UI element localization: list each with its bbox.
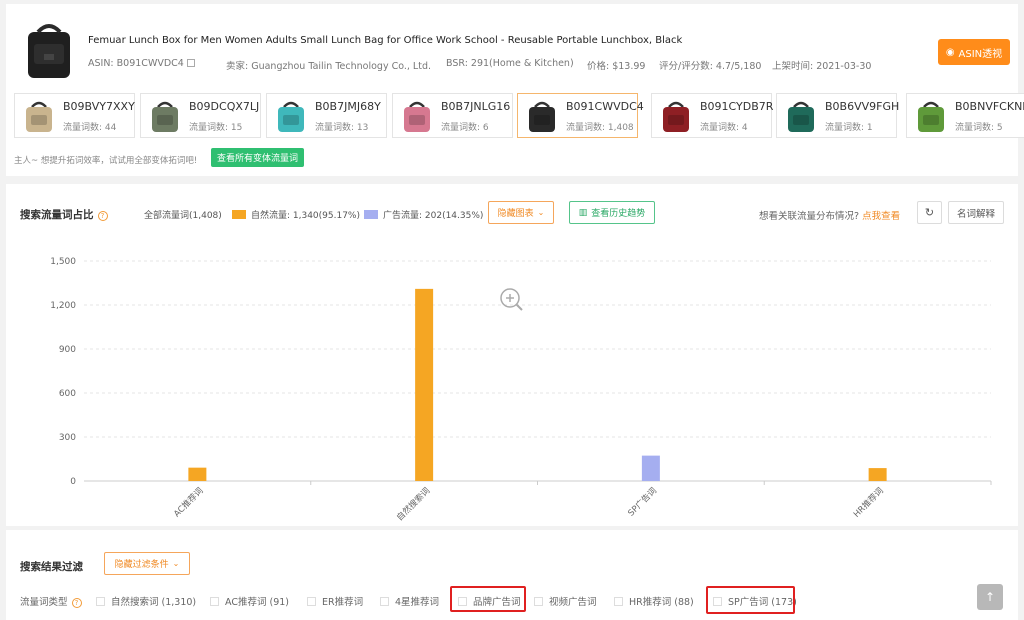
variant-flow-count: 流量词数: 6 (441, 123, 489, 133)
variant-image (404, 101, 430, 132)
variant-card[interactable]: B0BNVFCKNM 流量词数: 5 (906, 93, 1024, 138)
variant-image (663, 101, 689, 132)
variant-asin: B0B7JNLG16 (441, 100, 511, 113)
external-link-icon[interactable] (186, 59, 195, 67)
variant-flow-count: 流量词数: 44 (63, 123, 117, 133)
y-tick-label: 1,200 (50, 301, 76, 311)
y-tick-label: 600 (59, 389, 76, 399)
variant-card[interactable]: B0B7JMJ68Y 流量词数: 13 (266, 93, 387, 138)
variant-image (278, 101, 304, 132)
variant-card[interactable]: B0B7JNLG16 流量词数: 6 (392, 93, 513, 138)
variant-asin: B09DCQX7LJ (189, 100, 260, 113)
asin-text: ASIN: B091CWVDC4 (88, 58, 184, 69)
filter-title: 搜索结果过滤 (20, 561, 83, 573)
y-tick-label: 300 (59, 433, 76, 443)
bar[interactable] (641, 455, 660, 481)
bar[interactable] (415, 288, 434, 481)
help-icon[interactable]: ? (71, 598, 82, 608)
variant-flow-count: 流量词数: 1,408 (566, 123, 634, 133)
variant-image (788, 101, 814, 132)
checkbox-label: 视频广告词 (549, 597, 597, 608)
variant-card[interactable]: B0B6VV9FGH 流量词数: 1 (776, 93, 900, 138)
variant-card[interactable]: B09DCQX7LJ 流量词数: 15 (140, 93, 261, 138)
variant-asin: B0BNVFCKNM (955, 100, 1024, 113)
chart-grid (84, 260, 991, 482)
traffic-bar-chart: 0 300 600 900 1,200 1,500 AC推荐词 自然搜索词 SP广告词 HR推荐… (50, 257, 992, 523)
hide-filter-label: 隐藏过滤条件 (114, 560, 169, 570)
variant-asin: B091CYDB7R (700, 100, 774, 113)
variant-flow-count: 流量词数: 4 (700, 123, 748, 133)
asin-insight-button[interactable]: ◉ ASIN透视 (938, 39, 1010, 65)
variant-image (152, 101, 178, 132)
traffic-type-checkbox[interactable]: 视频广告词 (534, 594, 597, 608)
bar[interactable] (868, 468, 887, 481)
variant-flow-count: 流量词数: 13 (315, 123, 369, 133)
traffic-type-checkbox[interactable]: AC推荐词 (91) (210, 594, 289, 608)
product-header-panel: Femuar Lunch Box for Men Women Adults Sm… (6, 4, 1024, 176)
seller-meta: 卖家: Guangzhou Tailin Technology Co., Ltd… (226, 61, 431, 72)
checkbox-square[interactable] (210, 596, 219, 606)
variant-flow-count: 流量词数: 1 (825, 123, 873, 133)
product-image (28, 24, 70, 78)
chart-bars (188, 288, 887, 481)
highlight-brand-ad (450, 586, 526, 612)
variant-asin: B0B7JMJ68Y (315, 100, 381, 113)
arrow-up-icon: ↑ (984, 590, 996, 604)
variant-asin: B09BVY7XXY (63, 100, 135, 113)
checkbox-label: HR推荐词 (88) (629, 597, 694, 608)
y-tick-label: 900 (59, 345, 76, 355)
checkbox-square[interactable] (96, 596, 105, 606)
chevron-down-icon: ⌄ (172, 559, 180, 568)
back-to-top-button[interactable]: ↑ (977, 584, 1003, 610)
variant-asin: B0B6VV9FGH (825, 100, 900, 113)
x-axis-ticks: AC推荐词 自然搜索词 SP广告词 HR推荐词 (171, 481, 992, 523)
variant-image (529, 101, 555, 132)
checkbox-label: AC推荐词 (91) (225, 597, 289, 608)
asin-meta: ASIN: B091CWVDC4 (88, 58, 195, 69)
highlight-sp-ad (706, 586, 795, 614)
checkbox-square[interactable] (534, 596, 543, 606)
zoom-icon[interactable] (500, 288, 523, 311)
filter-panel: 搜索结果过滤 隐藏过滤条件 ⌄ 流量词类型? 自然搜索词 (1,310) AC推荐… (6, 530, 1018, 620)
rating-meta: 评分/评分数: 4.7/5,180 (659, 61, 762, 72)
x-tick-label: AC推荐词 (171, 485, 205, 519)
variant-flow-count: 流量词数: 15 (189, 123, 243, 133)
traffic-type-label: 流量词类型? (20, 594, 82, 608)
product-title[interactable]: Femuar Lunch Box for Men Women Adults Sm… (88, 35, 682, 46)
checkbox-square[interactable] (380, 596, 389, 606)
hide-filter-button[interactable]: 隐藏过滤条件 ⌄ (104, 552, 190, 575)
view-all-variants-button[interactable]: 查看所有变体流量词 (211, 148, 305, 167)
traffic-type-checkbox[interactable]: 4星推荐词 (380, 594, 439, 608)
chart-panel: 搜索流量词占比? 全部流量词(1,408) 自然流量: 1,340(95.17%… (6, 184, 1018, 526)
traffic-type-checkbox[interactable]: ER推荐词 (307, 594, 363, 608)
bsr-meta: BSR: 291(Home & Kitchen) (446, 58, 574, 69)
variant-card[interactable]: B09BVY7XXY 流量词数: 44 (14, 93, 135, 138)
bar[interactable] (188, 467, 207, 481)
x-tick-label: HR推荐词 (851, 485, 886, 520)
asin-insight-label: ASIN透视 (958, 48, 1003, 60)
variant-image (26, 101, 52, 132)
traffic-type-checkbox[interactable]: 自然搜索词 (1,310) (96, 594, 196, 608)
x-tick-label: SP广告词 (626, 485, 659, 518)
checkbox-label: 自然搜索词 (1,310) (111, 597, 197, 608)
traffic-type-checkbox[interactable]: HR推荐词 (88) (614, 594, 694, 608)
price-meta: 价格: $13.99 (587, 61, 646, 72)
checkbox-label: ER推荐词 (322, 597, 364, 608)
eye-icon: ◉ (945, 46, 955, 58)
listed-date-meta: 上架时间: 2021-03-30 (772, 61, 872, 72)
variant-card[interactable]: B091CYDB7R 流量词数: 4 (651, 93, 774, 138)
y-tick-label: 0 (70, 477, 76, 487)
checkbox-square[interactable] (307, 596, 316, 606)
variant-image (918, 101, 944, 132)
variant-flow-count: 流量词数: 5 (955, 123, 1003, 133)
variant-card[interactable]: B091CWVDC4 流量词数: 1,408 (517, 93, 644, 138)
y-tick-label: 1,500 (50, 257, 76, 267)
variant-hint: 主人~ 想提升拓词效率，试试用全部变体拓词吧! (14, 156, 198, 166)
checkbox-label: 4星推荐词 (395, 597, 440, 608)
variant-asin: B091CWVDC4 (566, 100, 644, 113)
y-axis-ticks: 0 300 600 900 1,200 1,500 (50, 257, 76, 487)
checkbox-square[interactable] (614, 596, 623, 606)
traffic-type-text: 流量词类型 (20, 597, 68, 608)
x-tick-label: 自然搜索词 (394, 485, 432, 523)
